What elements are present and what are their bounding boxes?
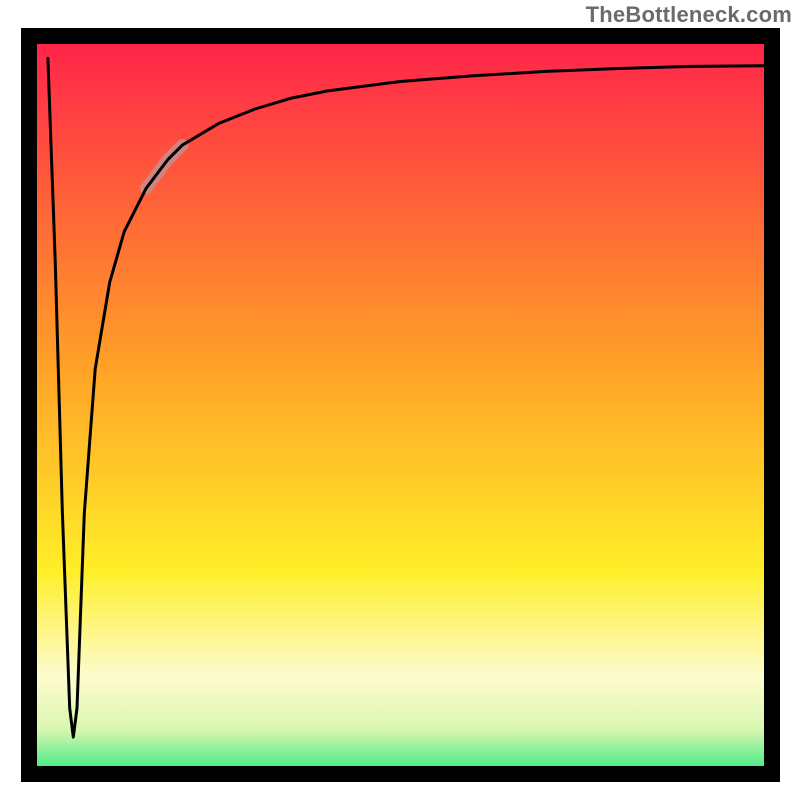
watermark-text: TheBottleneck.com xyxy=(586,2,792,28)
plot-background xyxy=(21,28,780,782)
bottleneck-chart xyxy=(0,0,800,800)
